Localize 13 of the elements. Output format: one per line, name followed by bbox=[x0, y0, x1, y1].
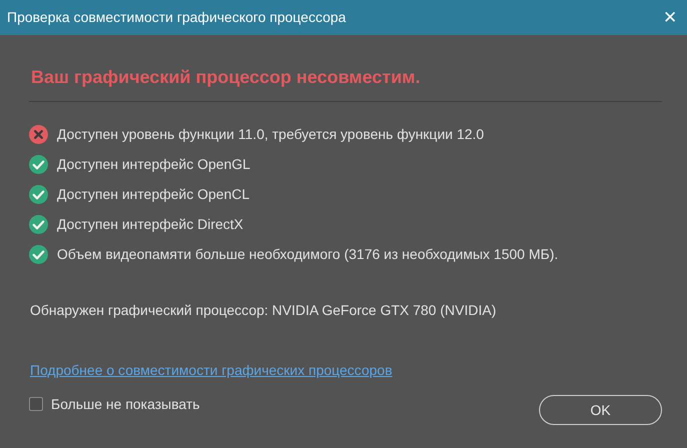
window-title: Проверка совместимости графического процессора bbox=[7, 8, 346, 27]
checkbox-label: Больше не показывать bbox=[51, 394, 200, 414]
check-result-text: Доступен интерфейс OpenCL bbox=[57, 185, 250, 204]
checkbox[interactable] bbox=[29, 397, 43, 411]
heading: Ваш графический процессор несовместим. bbox=[30, 66, 422, 89]
ok-button[interactable]: OK bbox=[539, 395, 662, 425]
check-result-text: Доступен интерфейс OpenGL bbox=[57, 155, 250, 174]
check-result-text: Доступен уровень функции 11.0, требуется уровень функции 12.0 bbox=[57, 125, 484, 144]
close-button[interactable]: ✕ bbox=[663, 9, 677, 26]
check-result-text: Доступен интерфейс DirectX bbox=[57, 215, 244, 234]
compatibility-link[interactable]: Подробнее о совместимости графических процессоров bbox=[29, 360, 392, 381]
check-result-text: Объем видеопамяти больше необходимого (3176 из необходимых 1500 МБ). bbox=[57, 245, 558, 264]
detected-gpu-text: Обнаружен графический процессор: NVIDIA GeForce GTX 780 (NVIDIA) bbox=[29, 301, 498, 320]
